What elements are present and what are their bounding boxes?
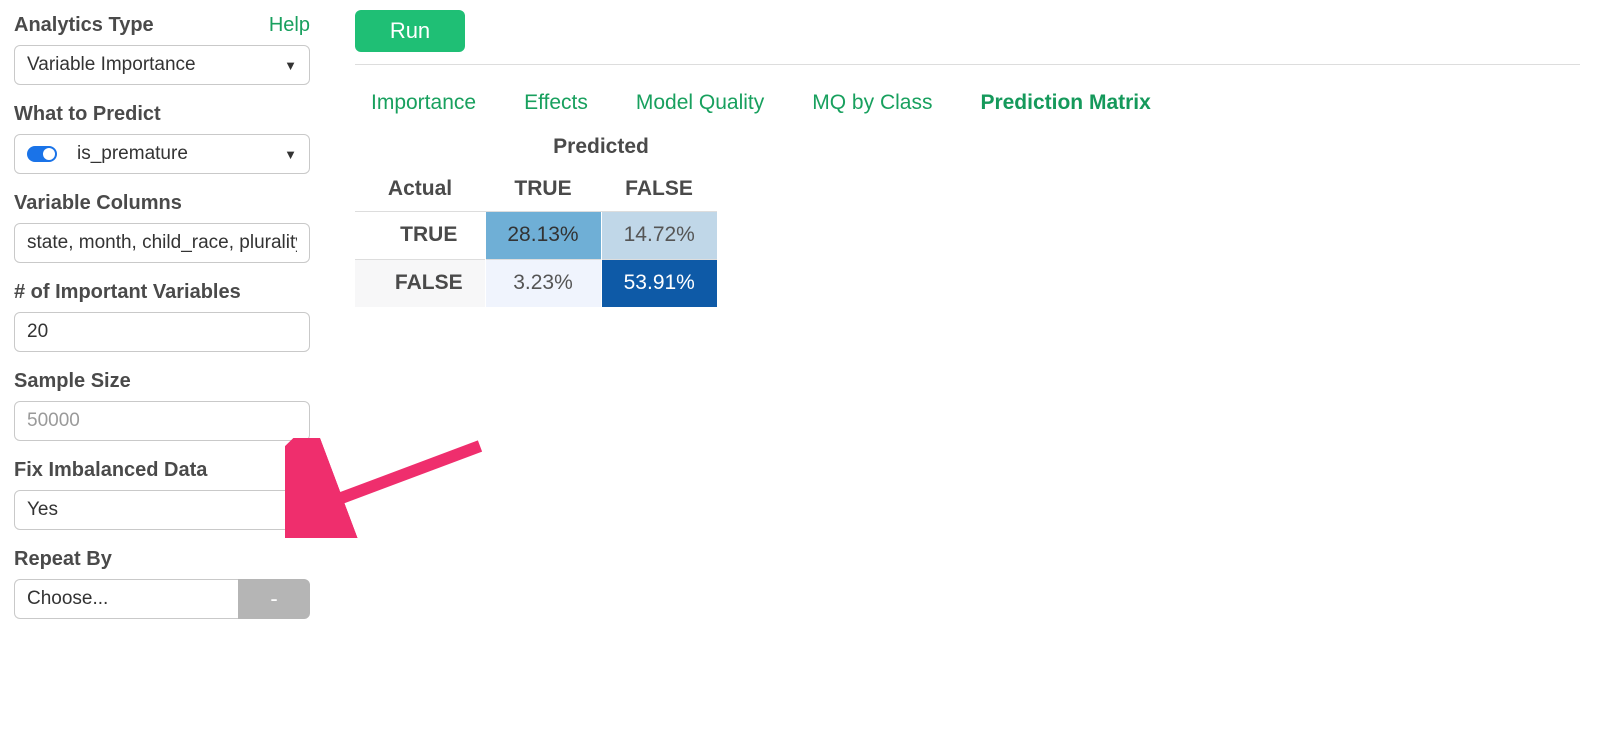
sidebar: Analytics Type Help Variable Importance … <box>14 14 310 637</box>
help-link[interactable]: Help <box>269 14 310 37</box>
repeat-by-row: Choose... - <box>14 579 310 619</box>
cell-true-negative: 53.91% <box>601 259 717 307</box>
select-what-to-predict[interactable]: is_premature ▼ <box>14 134 310 174</box>
label-row: Variable Columns <box>14 192 310 215</box>
cell-true-positive: 28.13% <box>485 211 601 259</box>
label-repeat-by: Repeat By <box>14 548 112 571</box>
select-repeat-by[interactable]: Choose... <box>14 579 238 619</box>
label-important-vars: # of Important Variables <box>14 281 241 304</box>
prediction-matrix: Predicted Actual TRUE FALSE TRUE 28.13% … <box>355 127 1580 307</box>
tab-effects[interactable]: Effects <box>524 91 588 115</box>
select-value: is_premature <box>77 143 284 165</box>
input-sample-size[interactable] <box>14 401 310 441</box>
field-sample-size: Sample Size <box>14 370 310 441</box>
tab-importance[interactable]: Importance <box>371 91 476 115</box>
select-value: Yes <box>27 499 284 521</box>
header-actual: Actual <box>355 167 485 211</box>
select-fix-imbalanced[interactable]: Yes ▲ <box>14 490 310 530</box>
matrix-table: Predicted Actual TRUE FALSE TRUE 28.13% … <box>355 127 717 307</box>
main-panel: Run Importance Effects Model Quality MQ … <box>355 10 1580 307</box>
tab-mq-by-class[interactable]: MQ by Class <box>812 91 932 115</box>
cell-false-positive: 3.23% <box>485 259 601 307</box>
row-false: FALSE <box>355 259 485 307</box>
label-row: What to Predict <box>14 103 310 126</box>
cell-false-negative: 14.72% <box>601 211 717 259</box>
header-predicted: Predicted <box>485 127 717 167</box>
field-variable-columns: Variable Columns state, month, child_rac… <box>14 192 310 263</box>
select-value: Choose... <box>27 588 108 610</box>
caret-down-icon: ▼ <box>284 147 297 162</box>
label-what-to-predict: What to Predict <box>14 103 161 126</box>
select-value: state, month, child_race, plurality <box>27 232 297 254</box>
input-important-vars[interactable] <box>14 312 310 352</box>
tab-model-quality[interactable]: Model Quality <box>636 91 764 115</box>
field-fix-imbalanced: Fix Imbalanced Data Yes ▲ <box>14 459 310 530</box>
col-false: FALSE <box>601 167 717 211</box>
remove-repeat-button[interactable]: - <box>238 579 310 619</box>
label-fix-imbalanced: Fix Imbalanced Data <box>14 459 207 482</box>
run-button[interactable]: Run <box>355 10 465 52</box>
caret-up-icon: ▲ <box>284 503 297 518</box>
label-row: Fix Imbalanced Data <box>14 459 310 482</box>
label-analytics-type: Analytics Type <box>14 14 154 37</box>
field-analytics-type: Analytics Type Help Variable Importance … <box>14 14 310 85</box>
label-row: Analytics Type Help <box>14 14 310 37</box>
row-true: TRUE <box>355 211 485 259</box>
label-row: # of Important Variables <box>14 281 310 304</box>
select-analytics-type[interactable]: Variable Importance ▼ <box>14 45 310 85</box>
divider <box>355 64 1580 65</box>
minus-icon: - <box>270 586 277 612</box>
col-true: TRUE <box>485 167 601 211</box>
field-repeat-by: Repeat By Choose... - <box>14 548 310 619</box>
annotation-arrow-icon <box>285 438 495 538</box>
run-label: Run <box>390 18 430 44</box>
label-variable-columns: Variable Columns <box>14 192 182 215</box>
label-row: Sample Size <box>14 370 310 393</box>
field-important-vars: # of Important Variables <box>14 281 310 352</box>
label-sample-size: Sample Size <box>14 370 131 393</box>
tab-bar: Importance Effects Model Quality MQ by C… <box>355 73 1580 123</box>
field-what-to-predict: What to Predict is_premature ▼ <box>14 103 310 174</box>
tab-prediction-matrix[interactable]: Prediction Matrix <box>980 91 1150 115</box>
caret-down-icon: ▼ <box>284 58 297 73</box>
select-variable-columns[interactable]: state, month, child_race, plurality <box>14 223 310 263</box>
toggle-icon <box>27 146 57 162</box>
label-row: Repeat By <box>14 548 310 571</box>
select-value: Variable Importance <box>27 54 284 76</box>
